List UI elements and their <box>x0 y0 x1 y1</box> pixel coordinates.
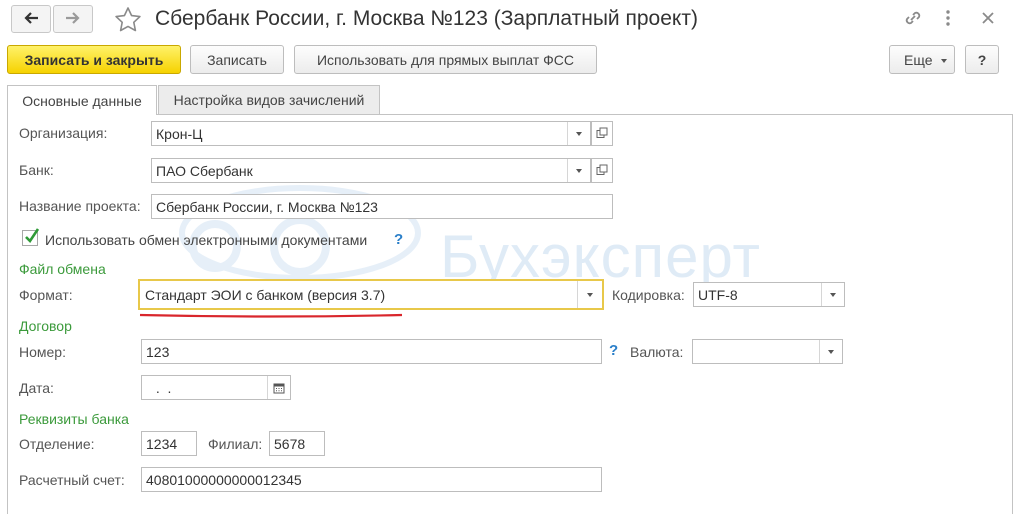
contract-number-input[interactable]: 123 <box>141 339 602 364</box>
organization-open-button[interactable] <box>591 121 613 146</box>
encoding-value: UTF-8 <box>698 286 738 303</box>
more-vertical-icon <box>945 10 951 30</box>
branch-label: Отделение: <box>19 436 95 452</box>
organization-field[interactable]: Крон-Ц <box>151 121 591 146</box>
chevron-down-icon[interactable] <box>577 281 602 308</box>
account-input[interactable]: 40801000000000012345 <box>141 467 602 492</box>
format-label: Формат: <box>19 287 73 303</box>
contract-number-label: Номер: <box>19 344 66 360</box>
close-button[interactable] <box>980 10 996 29</box>
more-actions-button[interactable] <box>945 9 951 30</box>
save-and-close-button[interactable]: Записать и закрыть <box>7 45 181 74</box>
help-button[interactable]: ? <box>965 45 999 74</box>
organization-label: Организация: <box>19 125 108 141</box>
tab-main-data[interactable]: Основные данные <box>7 85 157 115</box>
link-button[interactable] <box>903 9 923 30</box>
checkmark-icon <box>24 227 40 248</box>
star-icon <box>114 7 142 37</box>
use-edo-help-icon[interactable]: ? <box>394 231 403 248</box>
chevron-down-icon <box>940 52 947 68</box>
project-name-input[interactable]: Сбербанк России, г. Москва №123 <box>151 194 613 219</box>
account-label: Расчетный счет: <box>19 472 125 488</box>
forward-button[interactable] <box>53 5 93 33</box>
exchange-file-group-label: Файл обмена <box>19 261 106 277</box>
save-button[interactable]: Записать <box>190 45 284 74</box>
page-title: Сбербанк России, г. Москва №123 (Зарплат… <box>155 7 698 30</box>
arrow-left-icon <box>23 11 39 28</box>
chevron-down-icon[interactable] <box>821 283 844 306</box>
contract-group-label: Договор <box>19 318 72 334</box>
bank-field[interactable]: ПАО Сбербанк <box>151 158 591 183</box>
bank-label: Банк: <box>19 162 54 178</box>
bank-value: ПАО Сбербанк <box>156 162 253 179</box>
favorite-button[interactable] <box>114 6 142 37</box>
use-fss-button[interactable]: Использовать для прямых выплат ФСС <box>294 45 597 74</box>
filial-input[interactable]: 5678 <box>269 431 325 456</box>
chevron-down-icon[interactable] <box>567 159 590 182</box>
close-icon <box>980 12 996 29</box>
chevron-down-icon[interactable] <box>567 122 590 145</box>
bank-open-button[interactable] <box>591 158 613 183</box>
back-button[interactable] <box>11 5 51 33</box>
link-icon <box>903 11 923 30</box>
chevron-down-icon[interactable] <box>819 340 842 363</box>
encoding-select[interactable]: UTF-8 <box>693 282 845 307</box>
currency-label: Валюта: <box>630 344 684 360</box>
contract-number-help-icon[interactable]: ? <box>609 342 618 359</box>
encoding-label: Кодировка: <box>612 287 685 303</box>
bank-details-group-label: Реквизиты банка <box>19 411 129 427</box>
use-edo-checkbox[interactable] <box>22 227 40 248</box>
organization-value: Крон-Ц <box>156 125 203 142</box>
open-form-icon <box>596 126 608 142</box>
open-form-icon <box>596 163 608 179</box>
tab-accrual-settings[interactable]: Настройка видов зачислений <box>158 85 380 114</box>
contract-date-value: . . <box>152 379 172 396</box>
contract-date-label: Дата: <box>19 380 54 396</box>
branch-input[interactable]: 1234 <box>141 431 197 456</box>
more-button[interactable]: Еще <box>889 45 955 74</box>
contract-date-input[interactable]: . . <box>141 375 291 400</box>
project-name-label: Название проекта: <box>19 198 141 214</box>
more-button-label: Еще <box>904 51 933 68</box>
arrow-right-icon <box>65 11 81 28</box>
annotation-underline <box>138 305 404 318</box>
use-edo-label: Использовать обмен электронными документ… <box>45 232 368 248</box>
currency-select[interactable] <box>692 339 843 364</box>
filial-label: Филиал: <box>208 436 263 452</box>
format-value: Стандарт ЭОИ с банком (версия 3.7) <box>145 286 386 303</box>
calendar-icon[interactable] <box>267 376 290 399</box>
